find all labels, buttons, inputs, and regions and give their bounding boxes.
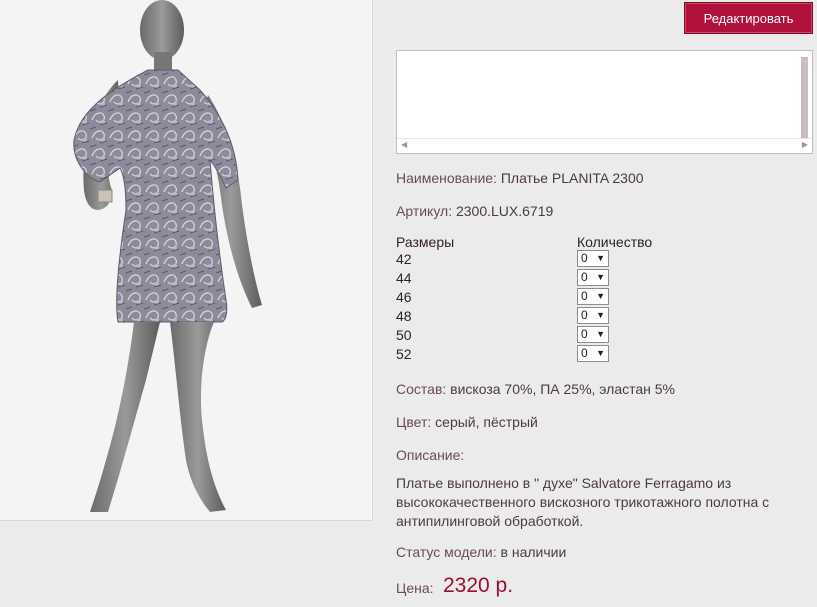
product-article: Артикул: 2300.LUX.6719	[396, 203, 553, 219]
dropdown-arrow-icon: ▼	[596, 329, 605, 339]
quantity-select[interactable]: 0 ▼	[577, 345, 609, 362]
quantity-select-value: 0	[581, 270, 588, 284]
dropdown-arrow-icon: ▼	[596, 253, 605, 263]
size-row: 48 0 ▼	[396, 307, 656, 327]
quantity-select-value: 0	[581, 346, 588, 360]
composition-value: вискоза 70%, ПА 25%, эластан 5%	[450, 381, 675, 397]
product-photo	[0, 0, 373, 521]
mannequin-dress-image	[73, 0, 262, 512]
size-row: 44 0 ▼	[396, 269, 656, 289]
size-value: 46	[396, 289, 412, 305]
size-value: 52	[396, 346, 412, 362]
description-text: Платье выполнено в " духе" Salvatore Fer…	[396, 475, 770, 529]
size-value: 48	[396, 308, 412, 324]
product-status: Статус модели: в наличии	[396, 544, 566, 560]
quantity-select[interactable]: 0 ▼	[577, 288, 609, 305]
product-name: Наименование: Платье PLANITA 2300	[396, 170, 644, 186]
product-color: Цвет: серый, пёстрый	[396, 414, 538, 430]
dropdown-arrow-icon: ▼	[596, 310, 605, 320]
description-label: Описание:	[396, 447, 465, 463]
notes-textarea[interactable]: ◀ ▶	[396, 50, 813, 154]
product-name-value: Платье PLANITA 2300	[500, 170, 644, 186]
product-article-value: 2300.LUX.6719	[455, 203, 554, 219]
vertical-scrollbar[interactable]	[801, 57, 808, 139]
scroll-left-arrow-icon[interactable]: ◀	[401, 140, 407, 149]
size-row: 46 0 ▼	[396, 288, 656, 308]
price-value: 2320 р.	[443, 574, 514, 597]
scroll-right-arrow-icon[interactable]: ▶	[802, 140, 808, 149]
size-row: 52 0 ▼	[396, 345, 656, 365]
dropdown-arrow-icon: ▼	[596, 348, 605, 358]
product-article-label: Артикул:	[396, 203, 453, 219]
dropdown-arrow-icon: ▼	[596, 272, 605, 282]
color-label: Цвет:	[396, 414, 432, 430]
size-value: 44	[396, 270, 412, 286]
composition-label: Состав:	[396, 381, 447, 397]
quantity-select[interactable]: 0 ▼	[577, 269, 609, 286]
color-value: серый, пёстрый	[435, 414, 538, 430]
quantity-select-value: 0	[581, 308, 588, 322]
status-label: Статус модели:	[396, 544, 497, 560]
price-label: Цена:	[396, 580, 434, 596]
product-name-label: Наименование:	[396, 170, 497, 186]
dropdown-arrow-icon: ▼	[596, 291, 605, 301]
quantity-select-value: 0	[581, 251, 588, 265]
quantity-header: Количество	[577, 234, 653, 250]
size-value: 42	[396, 251, 412, 267]
size-row: 42 0 ▼	[396, 250, 656, 270]
status-value: в наличии	[500, 544, 567, 560]
quantity-select[interactable]: 0 ▼	[577, 307, 609, 324]
quantity-select[interactable]: 0 ▼	[577, 250, 609, 267]
horizontal-scrollbar[interactable]: ◀ ▶	[397, 138, 812, 153]
quantity-select[interactable]: 0 ▼	[577, 326, 609, 343]
edit-button[interactable]: Редактировать	[684, 2, 813, 34]
size-value: 50	[396, 327, 412, 343]
product-composition: Состав: вискоза 70%, ПА 25%, эластан 5%	[396, 381, 675, 397]
size-row: 50 0 ▼	[396, 326, 656, 346]
quantity-select-value: 0	[581, 289, 588, 303]
quantity-select-value: 0	[581, 327, 588, 341]
sizes-header: Размеры	[396, 234, 455, 250]
